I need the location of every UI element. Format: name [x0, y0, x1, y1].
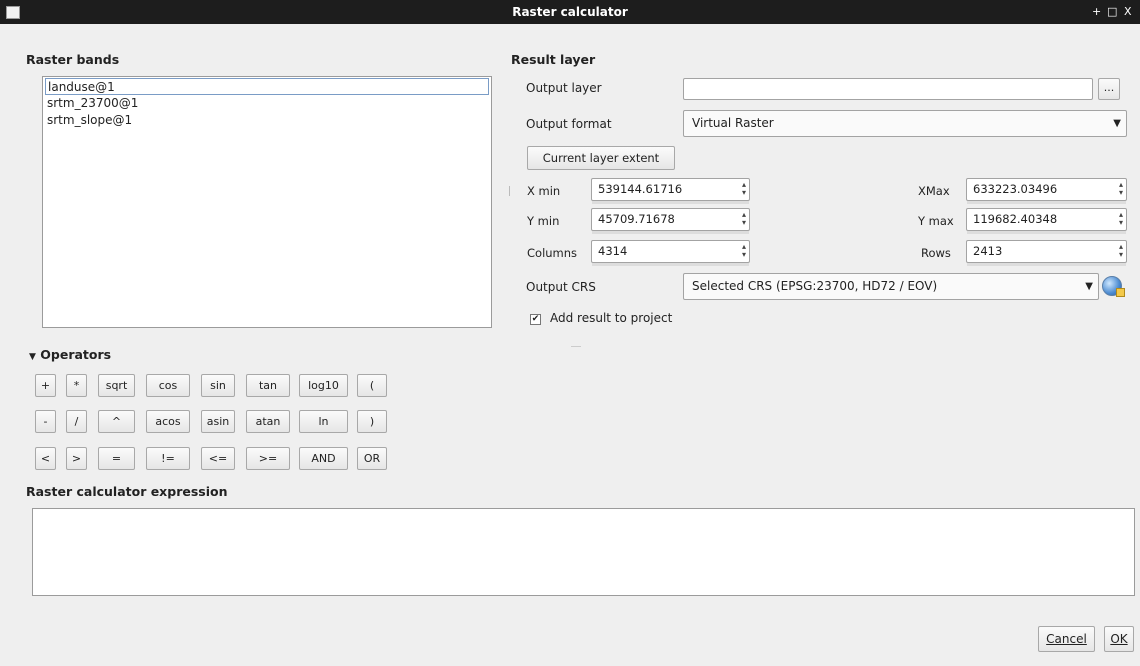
crs-select-icon[interactable]: [1102, 276, 1125, 297]
op-cos-button[interactable]: cos: [146, 374, 190, 397]
op-greater-equal-button[interactable]: >=: [246, 447, 290, 470]
op-less-equal-button[interactable]: <=: [201, 447, 235, 470]
maximize-icon[interactable]: □: [1107, 3, 1117, 21]
xmin-spinbox[interactable]: 539144.61716 ▴ ▾: [591, 178, 750, 204]
result-layer-heading: Result layer: [511, 52, 596, 67]
raster-bands-heading: Raster bands: [26, 52, 120, 67]
xmax-value: 633223.03496: [973, 182, 1058, 196]
op-plus-button[interactable]: +: [35, 374, 56, 397]
operators-heading-label: Operators: [40, 347, 112, 362]
rows-label: Rows: [921, 246, 951, 260]
op-open-paren-button[interactable]: (: [357, 374, 387, 397]
spin-arrows-icon[interactable]: ▴ ▾: [742, 181, 746, 197]
op-multiply-button[interactable]: *: [66, 374, 87, 397]
chevron-down-icon: ▼: [1113, 118, 1121, 129]
divider: [509, 186, 510, 196]
operators-heading[interactable]: ▼ Operators: [29, 347, 111, 362]
spin-arrows-icon[interactable]: ▴ ▾: [742, 243, 746, 259]
op-greater-button[interactable]: >: [66, 447, 87, 470]
add-result-label: Add result to project: [550, 311, 673, 325]
ymin-spinbox[interactable]: 45709.71678 ▴ ▾: [591, 208, 750, 234]
output-crs-label: Output CRS: [526, 280, 596, 294]
close-icon[interactable]: X: [1124, 3, 1132, 21]
ymax-spinbox[interactable]: 119682.40348 ▴ ▾: [966, 208, 1127, 234]
op-asin-button[interactable]: asin: [201, 410, 235, 433]
title-bar: Raster calculator + □ X: [0, 0, 1140, 24]
rows-value: 2413: [973, 244, 1003, 258]
columns-spinbox[interactable]: 4314 ▴ ▾: [591, 240, 750, 266]
columns-label: Columns: [527, 246, 578, 260]
expression-heading: Raster calculator expression: [26, 484, 228, 499]
op-equal-button[interactable]: =: [98, 447, 135, 470]
op-divide-button[interactable]: /: [66, 410, 87, 433]
output-layer-label: Output layer: [526, 81, 602, 95]
output-layer-input[interactable]: [683, 78, 1093, 100]
spin-arrows-icon[interactable]: ▴ ▾: [1119, 211, 1123, 227]
op-power-button[interactable]: ^: [98, 410, 135, 433]
columns-value: 4314: [598, 244, 628, 258]
output-crs-select[interactable]: Selected CRS (EPSG:23700, HD72 / EOV) ▼: [683, 273, 1099, 300]
band-item[interactable]: landuse@1: [45, 78, 489, 95]
cancel-button[interactable]: Cancel: [1038, 626, 1095, 652]
op-close-paren-button[interactable]: ): [357, 410, 387, 433]
ymax-label: Y max: [918, 214, 954, 228]
expression-textarea[interactable]: [32, 508, 1135, 596]
spin-arrows-icon[interactable]: ▴ ▾: [1119, 181, 1123, 197]
xmax-label: XMax: [918, 184, 950, 198]
xmax-spinbox[interactable]: 633223.03496 ▴ ▾: [966, 178, 1127, 204]
xmin-value: 539144.61716: [598, 182, 683, 196]
op-or-button[interactable]: OR: [357, 447, 387, 470]
collapse-arrow-icon: ▼: [29, 352, 36, 362]
ymin-label: Y min: [527, 214, 560, 228]
op-atan-button[interactable]: atan: [246, 410, 290, 433]
band-item[interactable]: srtm_slope@1: [45, 112, 132, 129]
op-tan-button[interactable]: tan: [246, 374, 290, 397]
window-title: Raster calculator: [512, 5, 628, 19]
browse-button[interactable]: ...: [1098, 78, 1120, 100]
op-acos-button[interactable]: acos: [146, 410, 190, 433]
ok-button[interactable]: OK: [1104, 626, 1134, 652]
op-sin-button[interactable]: sin: [201, 374, 235, 397]
ymin-value: 45709.71678: [598, 212, 675, 226]
op-minus-button[interactable]: -: [35, 410, 56, 433]
divider: [571, 346, 581, 347]
ymax-value: 119682.40348: [973, 212, 1058, 226]
raster-bands-list[interactable]: landuse@1 srtm_23700@1 srtm_slope@1: [42, 76, 492, 328]
chevron-down-icon: ▼: [1085, 281, 1093, 292]
op-less-button[interactable]: <: [35, 447, 56, 470]
op-sqrt-button[interactable]: sqrt: [98, 374, 135, 397]
band-item[interactable]: srtm_23700@1: [45, 95, 138, 112]
op-not-equal-button[interactable]: !=: [146, 447, 190, 470]
op-and-button[interactable]: AND: [299, 447, 348, 470]
op-log10-button[interactable]: log10: [299, 374, 348, 397]
pin-icon[interactable]: +: [1092, 3, 1101, 21]
output-format-select[interactable]: Virtual Raster ▼: [683, 110, 1127, 137]
spin-arrows-icon[interactable]: ▴ ▾: [742, 211, 746, 227]
current-layer-extent-button[interactable]: Current layer extent: [527, 146, 675, 170]
rows-spinbox[interactable]: 2413 ▴ ▾: [966, 240, 1127, 266]
add-result-checkbox[interactable]: ✔: [530, 314, 541, 325]
spin-arrows-icon[interactable]: ▴ ▾: [1119, 243, 1123, 259]
output-crs-value: Selected CRS (EPSG:23700, HD72 / EOV): [692, 279, 938, 293]
output-format-label: Output format: [526, 117, 612, 131]
xmin-label: X min: [527, 184, 561, 198]
op-ln-button[interactable]: ln: [299, 410, 348, 433]
output-format-value: Virtual Raster: [692, 116, 774, 130]
